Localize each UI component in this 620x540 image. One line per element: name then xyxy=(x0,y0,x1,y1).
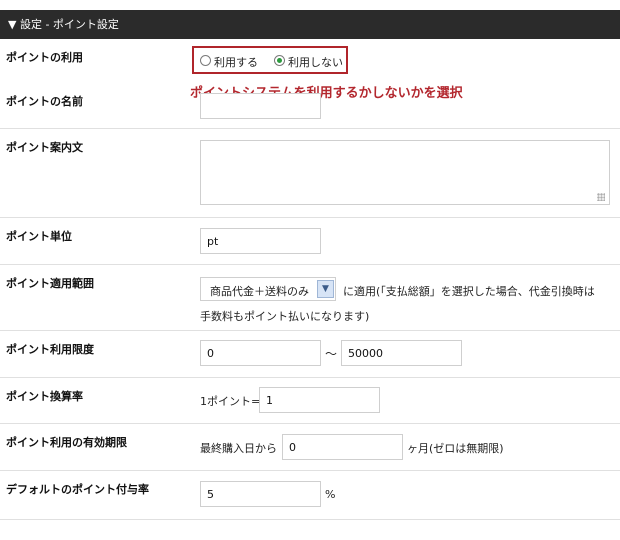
points-name-label: ポイントの名前 xyxy=(6,95,83,108)
settings-panel-header: ▼ 設定 - ポイント設定 xyxy=(0,10,620,39)
points-scope-label: ポイント適用範囲 xyxy=(6,277,94,290)
points-expiry-label: ポイント利用の有効期限 xyxy=(6,436,127,449)
page-title: ▼ 設定 - ポイント設定 xyxy=(8,18,119,31)
points-rate-input[interactable] xyxy=(259,387,380,413)
points-guide-textarea[interactable] xyxy=(200,140,610,205)
resize-grip-icon[interactable] xyxy=(597,193,605,201)
points-scope-selected: 商品代金＋送料のみ xyxy=(210,285,309,298)
default-grant-label: デフォルトのポイント付与率 xyxy=(6,483,149,496)
points-unit-input[interactable] xyxy=(200,228,321,254)
points-expiry-suffix: ヶ月(ゼロは無期限) xyxy=(407,442,504,455)
points-limit-min-input[interactable] xyxy=(200,340,321,366)
points-limit-max-input[interactable] xyxy=(341,340,462,366)
points-scope-note-line2: 手数料もポイント払いになります) xyxy=(200,310,370,323)
radio-use-label[interactable]: 利用する xyxy=(214,54,258,70)
radio-not-use-label[interactable]: 利用しない xyxy=(288,54,343,70)
points-scope-note-line1: に適用(「支払総額」を選択した場合、代金引換時は xyxy=(343,285,595,298)
radio-not-use[interactable] xyxy=(274,55,285,66)
chevron-down-icon[interactable]: ▼ xyxy=(317,280,334,298)
points-usage-radio-group: 利用する 利用しない xyxy=(192,46,348,74)
points-expiry-prefix: 最終購入日から xyxy=(200,442,277,455)
points-rate-label: ポイント換算率 xyxy=(6,390,83,403)
points-guide-label: ポイント案内文 xyxy=(6,141,83,154)
default-grant-suffix: % xyxy=(325,488,336,501)
radio-use[interactable] xyxy=(200,55,211,66)
default-grant-input[interactable] xyxy=(200,481,321,507)
points-unit-label: ポイント単位 xyxy=(6,230,72,243)
points-limit-separator: 〜 xyxy=(325,347,338,361)
points-usage-label: ポイントの利用 xyxy=(6,51,83,64)
points-expiry-input[interactable] xyxy=(282,434,403,460)
points-name-input[interactable] xyxy=(200,93,321,119)
points-scope-select[interactable]: 商品代金＋送料のみ ▼ xyxy=(200,277,336,301)
points-limit-label: ポイント利用限度 xyxy=(6,343,94,356)
